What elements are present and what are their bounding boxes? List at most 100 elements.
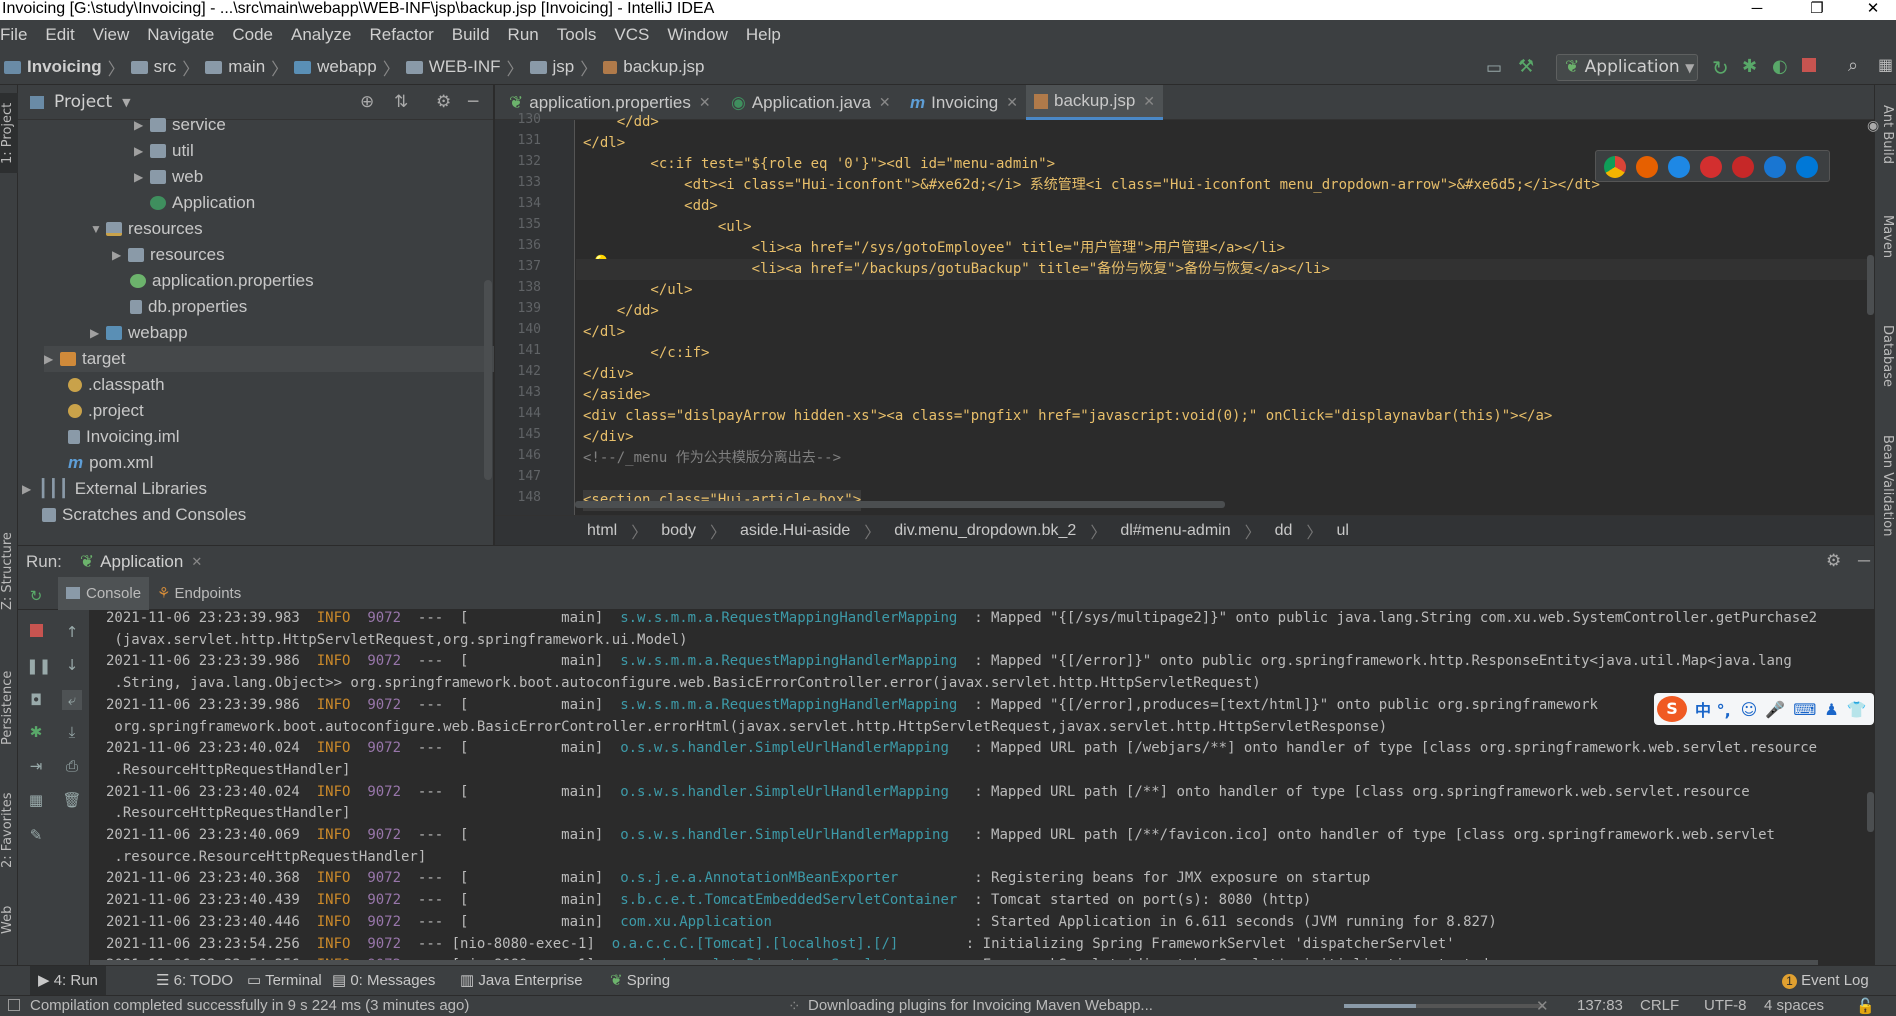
ie-icon[interactable] <box>1764 156 1786 178</box>
menu-window[interactable]: Window <box>658 20 736 50</box>
user-icon[interactable]: ♟ <box>1824 700 1838 719</box>
run-configuration-dropdown[interactable]: ❦ Application ▼ <box>1556 54 1698 81</box>
tool-tab-database[interactable]: Database <box>1877 325 1895 387</box>
code-editor[interactable]: 130 131 132 133 134 135 136 137 138 139 … <box>495 112 1879 515</box>
tree-item[interactable]: ▶ web <box>134 164 203 190</box>
camera-icon[interactable]: ◘ <box>26 690 46 710</box>
exit-icon[interactable]: ⇥ <box>26 756 46 776</box>
menu-build[interactable]: Build <box>443 20 499 50</box>
edge-icon[interactable] <box>1796 156 1818 178</box>
safari-icon[interactable] <box>1668 156 1690 178</box>
project-title[interactable]: Project <box>54 92 112 112</box>
rerun-icon[interactable]: ↻ <box>1712 56 1729 80</box>
status-progress-text[interactable]: Downloading plugins for Invoicing Maven … <box>808 997 1153 1014</box>
editor-scrollbar[interactable] <box>1867 255 1874 315</box>
crumb-main[interactable]: main <box>228 57 265 77</box>
tree-item[interactable]: ▶ util <box>134 138 194 164</box>
build-hammer-icon[interactable]: ⚒ <box>1518 56 1534 77</box>
line-separator[interactable]: CRLF <box>1640 997 1679 1014</box>
indent-setting[interactable]: 4 spaces <box>1764 997 1824 1014</box>
menu-view[interactable]: View <box>84 20 139 50</box>
status-toggle-icon[interactable] <box>8 999 20 1011</box>
hide-icon[interactable]: ─ <box>468 92 478 112</box>
crumb-jsp[interactable]: jsp <box>553 57 575 77</box>
down-arrow-icon[interactable]: ↓ <box>62 655 82 675</box>
locate-icon[interactable]: ⊕ <box>360 92 374 112</box>
crumb-body[interactable]: body <box>661 522 696 540</box>
menu-tools[interactable]: Tools <box>548 20 606 50</box>
file-encoding[interactable]: UTF-8 <box>1704 997 1747 1014</box>
crumb-file[interactable]: backup.jsp <box>623 57 704 77</box>
menu-help[interactable]: Help <box>737 20 790 50</box>
sogou-logo-icon[interactable]: S <box>1657 696 1687 722</box>
crumb-webapp[interactable]: webapp <box>317 57 377 77</box>
gear-icon[interactable]: ⚙ <box>436 92 451 112</box>
eye-icon[interactable]: ◉ <box>1867 118 1879 134</box>
tool-tab-project[interactable]: 1: Project <box>0 93 18 173</box>
tool-tab-bean-validation[interactable]: Bean Validation <box>1877 435 1895 536</box>
tab-terminal[interactable]: ▭ Terminal <box>247 966 322 996</box>
collapse-icon[interactable]: ⇅ <box>394 92 408 112</box>
menu-analyze[interactable]: Analyze <box>282 20 360 50</box>
crumb-project[interactable]: Invoicing <box>27 57 102 77</box>
gear-icon[interactable]: ⚙ <box>1826 551 1841 571</box>
cursor-position[interactable]: 137:83 <box>1577 997 1623 1014</box>
mic-icon[interactable]: 🎤 <box>1765 700 1785 719</box>
tool-tab-maven[interactable]: Maven <box>1877 215 1895 258</box>
crumb-webinf[interactable]: WEB-INF <box>429 57 501 77</box>
close-tab-icon[interactable]: ✕ <box>879 94 891 111</box>
pause-icon[interactable]: ❚❚ <box>26 656 51 676</box>
tab-run[interactable]: ▶ 4: Run <box>30 966 106 996</box>
tab-event-log[interactable]: 1 Event Log <box>1782 966 1869 996</box>
chevron-down-icon[interactable]: ▼ <box>122 96 130 109</box>
close-run-tab-icon[interactable]: ✕ <box>191 554 202 570</box>
menu-edit[interactable]: Edit <box>36 20 83 50</box>
editor-hscrollbar[interactable] <box>575 501 1225 508</box>
menu-file[interactable]: File <box>0 20 36 50</box>
minimize-button[interactable]: ─ <box>1734 0 1780 20</box>
crumb-div[interactable]: div.menu_dropdown.bk_2 <box>894 522 1076 540</box>
debug-bug-icon[interactable]: ✱ <box>26 722 46 742</box>
menu-navigate[interactable]: Navigate <box>138 20 223 50</box>
tool-tab-structure[interactable]: Z: Structure <box>0 532 18 610</box>
print-icon[interactable]: ⎙ <box>62 756 82 776</box>
run-config-tab[interactable]: Application <box>100 552 183 572</box>
tree-item[interactable]: m pom.xml <box>68 450 153 476</box>
menu-vcs[interactable]: VCS <box>605 20 658 50</box>
menu-code[interactable]: Code <box>223 20 282 50</box>
tree-item[interactable]: ▶ resources <box>112 242 225 268</box>
scroll-to-end-icon[interactable]: ⤓ <box>62 722 82 742</box>
coverage-icon[interactable]: ◐ <box>1772 56 1788 77</box>
chrome-icon[interactable] <box>1604 156 1626 178</box>
firefox-icon[interactable] <box>1636 156 1658 178</box>
close-tab-icon[interactable]: ✕ <box>699 94 711 111</box>
cancel-progress-icon[interactable]: ✕ <box>1536 997 1549 1015</box>
search-icon[interactable]: ⌕ <box>1848 55 1858 76</box>
layout-icon[interactable]: ▦ <box>1878 55 1893 74</box>
endpoints-tab[interactable]: ⚘ Endpoints <box>149 577 249 610</box>
menu-run[interactable]: Run <box>499 20 548 50</box>
restore-button[interactable]: ❐ <box>1794 0 1840 20</box>
tree-scrollbar[interactable] <box>484 280 492 480</box>
up-arrow-icon[interactable]: ↑ <box>62 622 82 642</box>
close-button[interactable]: ✕ <box>1850 0 1896 20</box>
tree-item[interactable]: ▶ webapp <box>90 320 188 346</box>
tree-item[interactable]: Application <box>150 190 255 216</box>
tree-item[interactable]: ▶ service <box>134 112 226 138</box>
tree-item[interactable]: ▶ ┃┃┃ External Libraries <box>22 476 207 502</box>
trash-icon[interactable]: 🗑 <box>62 790 82 810</box>
emoji-icon[interactable]: ☺ <box>1741 700 1758 719</box>
tab-application-java[interactable]: ◉ Application.java ✕ <box>723 85 899 120</box>
crumb-aside[interactable]: aside.Hui-aside <box>740 522 850 540</box>
tree-item[interactable]: db.properties <box>130 294 247 320</box>
tree-item[interactable]: .classpath <box>68 372 165 398</box>
tab-java-enterprise[interactable]: ▥ Java Enterprise <box>460 966 583 996</box>
ime-mode[interactable]: 中 °, <box>1695 697 1731 721</box>
tree-item[interactable]: Scratches and Consoles <box>42 502 246 528</box>
layout-icon[interactable]: ▦ <box>26 790 46 810</box>
tool-tab-favorites[interactable]: 2: Favorites <box>0 790 18 870</box>
console-scrollbar[interactable] <box>1867 792 1874 832</box>
status-message[interactable]: Compilation completed successfully in 9 … <box>30 997 469 1014</box>
stop-icon[interactable] <box>1802 58 1816 72</box>
keyboard-icon[interactable]: ⌨ <box>1793 700 1816 719</box>
